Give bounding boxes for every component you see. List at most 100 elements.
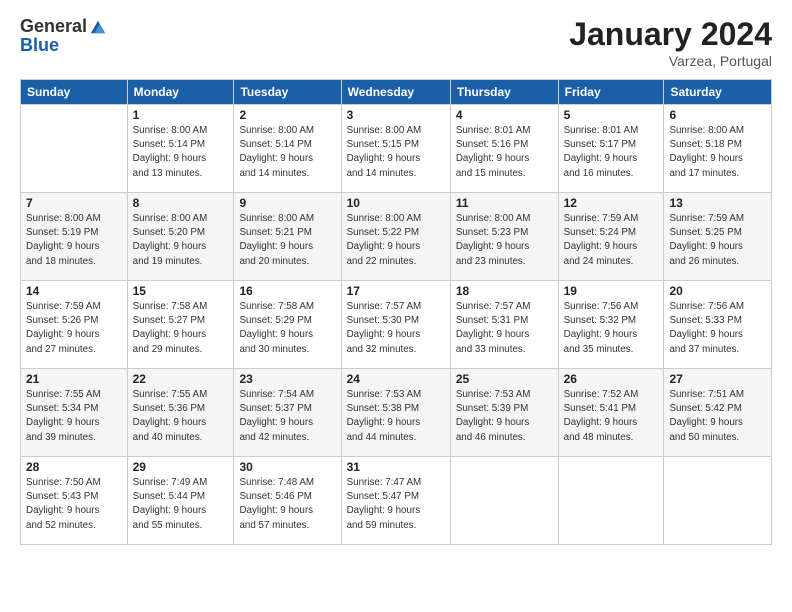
day-number: 5 — [564, 108, 659, 122]
day-number: 21 — [26, 372, 122, 386]
calendar-cell: 30Sunrise: 7:48 AMSunset: 5:46 PMDayligh… — [234, 457, 341, 545]
calendar-cell: 1 Sunrise: 8:00 AMSunset: 5:14 PMDaylight… — [127, 105, 234, 193]
day-info: Sunrise: 8:00 AMSunset: 5:14 PMDaylight:… — [133, 124, 229, 181]
day-number: 29 — [133, 460, 229, 474]
logo-blue-text: Blue — [20, 35, 59, 55]
calendar-cell — [450, 457, 558, 545]
calendar-cell — [558, 457, 664, 545]
week-row-2: 7 Sunrise: 8:00 AMSunset: 5:19 PMDaylight… — [21, 193, 772, 281]
day-info: Sunrise: 7:59 AMSunset: 5:25 PMDaylight:… — [669, 212, 766, 269]
day-info: Sunrise: 8:00 AMSunset: 5:20 PMDaylight:… — [133, 212, 229, 269]
day-info: Sunrise: 8:00 AMSunset: 5:18 PMDaylight:… — [669, 124, 766, 181]
page: General Blue January 2024 Varzea, Portug… — [0, 0, 792, 612]
calendar-cell: 24 Sunrise: 7:53 AMSunset: 5:38 PMDayligh… — [341, 369, 450, 457]
day-info: Sunrise: 7:50 AMSunset: 5:43 PMDaylight:… — [26, 476, 122, 533]
day-header-thursday: Thursday — [450, 80, 558, 105]
day-number: 7 — [26, 196, 122, 210]
calendar-cell: 2 Sunrise: 8:00 AMSunset: 5:14 PMDaylight… — [234, 105, 341, 193]
title-section: January 2024 Varzea, Portugal — [569, 16, 772, 69]
day-header-monday: Monday — [127, 80, 234, 105]
day-number: 2 — [239, 108, 335, 122]
day-number: 9 — [239, 196, 335, 210]
calendar-cell: 10 Sunrise: 8:00 AMSunset: 5:22 PMDayligh… — [341, 193, 450, 281]
day-info: Sunrise: 8:01 AMSunset: 5:17 PMDaylight:… — [564, 124, 659, 181]
day-info: Sunrise: 7:55 AMSunset: 5:36 PMDaylight:… — [133, 388, 229, 445]
day-info: Sunrise: 7:56 AMSunset: 5:33 PMDaylight:… — [669, 300, 766, 357]
calendar-cell: 27 Sunrise: 7:51 AMSunset: 5:42 PMDayligh… — [664, 369, 772, 457]
calendar-cell: 16 Sunrise: 7:58 AMSunset: 5:29 PMDayligh… — [234, 281, 341, 369]
calendar-cell: 5 Sunrise: 8:01 AMSunset: 5:17 PMDaylight… — [558, 105, 664, 193]
day-info: Sunrise: 7:59 AMSunset: 5:24 PMDaylight:… — [564, 212, 659, 269]
day-info: Sunrise: 7:58 AMSunset: 5:29 PMDaylight:… — [239, 300, 335, 357]
day-info: Sunrise: 8:00 AMSunset: 5:21 PMDaylight:… — [239, 212, 335, 269]
day-number: 11 — [456, 196, 553, 210]
calendar-cell: 6 Sunrise: 8:00 AMSunset: 5:18 PMDaylight… — [664, 105, 772, 193]
day-number: 23 — [239, 372, 335, 386]
day-info: Sunrise: 8:00 AMSunset: 5:15 PMDaylight:… — [347, 124, 445, 181]
calendar-cell — [21, 105, 128, 193]
calendar-cell: 14 Sunrise: 7:59 AMSunset: 5:26 PMDayligh… — [21, 281, 128, 369]
day-number: 4 — [456, 108, 553, 122]
week-row-1: 1 Sunrise: 8:00 AMSunset: 5:14 PMDaylight… — [21, 105, 772, 193]
day-info: Sunrise: 8:00 AMSunset: 5:14 PMDaylight:… — [239, 124, 335, 181]
calendar-cell: 8 Sunrise: 8:00 AMSunset: 5:20 PMDaylight… — [127, 193, 234, 281]
day-info: Sunrise: 7:54 AMSunset: 5:37 PMDaylight:… — [239, 388, 335, 445]
day-info: Sunrise: 8:00 AMSunset: 5:19 PMDaylight:… — [26, 212, 122, 269]
day-number: 10 — [347, 196, 445, 210]
day-number: 14 — [26, 284, 122, 298]
calendar-cell: 15Sunrise: 7:58 AMSunset: 5:27 PMDayligh… — [127, 281, 234, 369]
day-info: Sunrise: 8:00 AMSunset: 5:22 PMDaylight:… — [347, 212, 445, 269]
calendar-cell: 28Sunrise: 7:50 AMSunset: 5:43 PMDayligh… — [21, 457, 128, 545]
day-number: 16 — [239, 284, 335, 298]
day-info: Sunrise: 7:47 AMSunset: 5:47 PMDaylight:… — [347, 476, 445, 533]
day-number: 26 — [564, 372, 659, 386]
day-info: Sunrise: 7:56 AMSunset: 5:32 PMDaylight:… — [564, 300, 659, 357]
calendar-cell: 20Sunrise: 7:56 AMSunset: 5:33 PMDayligh… — [664, 281, 772, 369]
day-number: 30 — [239, 460, 335, 474]
calendar-cell — [664, 457, 772, 545]
calendar-cell: 18 Sunrise: 7:57 AMSunset: 5:31 PMDayligh… — [450, 281, 558, 369]
day-info: Sunrise: 8:00 AMSunset: 5:23 PMDaylight:… — [456, 212, 553, 269]
day-info: Sunrise: 7:53 AMSunset: 5:39 PMDaylight:… — [456, 388, 553, 445]
calendar-cell: 11 Sunrise: 8:00 AMSunset: 5:23 PMDayligh… — [450, 193, 558, 281]
week-row-4: 21 Sunrise: 7:55 AMSunset: 5:34 PMDayligh… — [21, 369, 772, 457]
week-row-3: 14 Sunrise: 7:59 AMSunset: 5:26 PMDayligh… — [21, 281, 772, 369]
day-number: 3 — [347, 108, 445, 122]
day-number: 1 — [133, 108, 229, 122]
day-number: 25 — [456, 372, 553, 386]
day-info: Sunrise: 7:49 AMSunset: 5:44 PMDaylight:… — [133, 476, 229, 533]
day-number: 13 — [669, 196, 766, 210]
day-info: Sunrise: 7:53 AMSunset: 5:38 PMDaylight:… — [347, 388, 445, 445]
calendar-cell: 9 Sunrise: 8:00 AMSunset: 5:21 PMDaylight… — [234, 193, 341, 281]
day-number: 31 — [347, 460, 445, 474]
logo-icon — [89, 18, 107, 36]
day-info: Sunrise: 7:57 AMSunset: 5:31 PMDaylight:… — [456, 300, 553, 357]
calendar-cell: 4Sunrise: 8:01 AMSunset: 5:16 PMDaylight… — [450, 105, 558, 193]
day-info: Sunrise: 7:55 AMSunset: 5:34 PMDaylight:… — [26, 388, 122, 445]
day-header-sunday: Sunday — [21, 80, 128, 105]
day-header-tuesday: Tuesday — [234, 80, 341, 105]
day-info: Sunrise: 7:51 AMSunset: 5:42 PMDaylight:… — [669, 388, 766, 445]
day-header-saturday: Saturday — [664, 80, 772, 105]
day-number: 18 — [456, 284, 553, 298]
day-number: 24 — [347, 372, 445, 386]
day-number: 12 — [564, 196, 659, 210]
header: General Blue January 2024 Varzea, Portug… — [20, 16, 772, 69]
day-number: 19 — [564, 284, 659, 298]
logo-text: General — [20, 16, 107, 37]
header-row: SundayMondayTuesdayWednesdayThursdayFrid… — [21, 80, 772, 105]
calendar-cell: 19 Sunrise: 7:56 AMSunset: 5:32 PMDayligh… — [558, 281, 664, 369]
day-info: Sunrise: 7:52 AMSunset: 5:41 PMDaylight:… — [564, 388, 659, 445]
day-number: 27 — [669, 372, 766, 386]
calendar-cell: 31 Sunrise: 7:47 AMSunset: 5:47 PMDayligh… — [341, 457, 450, 545]
logo-general-text: General — [20, 16, 87, 37]
day-number: 8 — [133, 196, 229, 210]
calendar-cell: 17Sunrise: 7:57 AMSunset: 5:30 PMDayligh… — [341, 281, 450, 369]
day-number: 6 — [669, 108, 766, 122]
calendar-cell: 26 Sunrise: 7:52 AMSunset: 5:41 PMDayligh… — [558, 369, 664, 457]
calendar-cell: 22 Sunrise: 7:55 AMSunset: 5:36 PMDayligh… — [127, 369, 234, 457]
day-number: 22 — [133, 372, 229, 386]
logo: General Blue — [20, 16, 107, 56]
calendar-cell: 7 Sunrise: 8:00 AMSunset: 5:19 PMDaylight… — [21, 193, 128, 281]
day-info: Sunrise: 7:59 AMSunset: 5:26 PMDaylight:… — [26, 300, 122, 357]
